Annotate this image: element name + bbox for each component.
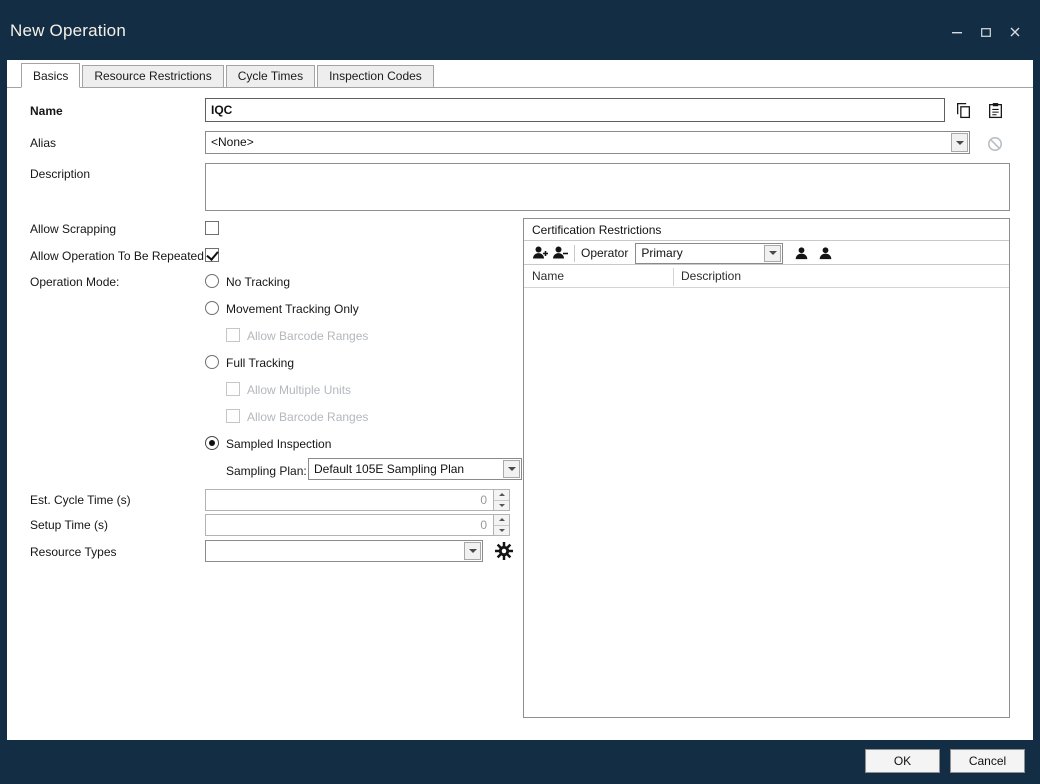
spin-up-icon[interactable] bbox=[494, 515, 509, 526]
certification-restrictions-panel: Certification Restrictions bbox=[523, 218, 1010, 718]
minimize-icon bbox=[952, 27, 963, 38]
resource-types-settings-button[interactable] bbox=[494, 541, 514, 561]
full-allow-barcode-checkbox bbox=[226, 409, 240, 423]
name-label: Name bbox=[30, 103, 63, 119]
resource-types-combobox[interactable] bbox=[205, 540, 483, 562]
window-controls bbox=[951, 26, 1022, 39]
description-label: Description bbox=[30, 166, 90, 182]
add-certification-button[interactable] bbox=[530, 243, 550, 263]
movement-allow-barcode-label: Allow Barcode Ranges bbox=[247, 328, 368, 344]
maximize-button[interactable] bbox=[980, 26, 993, 39]
operator-label: Operator bbox=[581, 246, 628, 260]
setup-time-label: Setup Time (s) bbox=[30, 517, 108, 533]
sampling-plan-value: Default 105E Sampling Plan bbox=[314, 459, 500, 479]
movement-allow-barcode-checkbox bbox=[226, 328, 240, 342]
alias-value: <None> bbox=[211, 132, 948, 153]
person-icon bbox=[794, 246, 809, 261]
radio-no-tracking[interactable] bbox=[205, 274, 219, 288]
alias-clear-button bbox=[985, 134, 1005, 154]
name-copy-button[interactable] bbox=[953, 100, 973, 120]
person-icon bbox=[818, 246, 833, 261]
radio-sampled-inspection[interactable] bbox=[205, 436, 219, 450]
cancel-button[interactable]: Cancel bbox=[950, 749, 1025, 773]
allow-scrapping-checkbox[interactable] bbox=[205, 221, 219, 235]
description-input[interactable] bbox=[205, 163, 1010, 211]
certification-toolbar: Operator Primary bbox=[524, 242, 1009, 265]
certification-table-header: Name Description bbox=[524, 266, 1009, 288]
full-allow-multiple-label: Allow Multiple Units bbox=[247, 382, 351, 398]
est-cycle-time-spinner[interactable] bbox=[493, 490, 509, 510]
spin-down-icon[interactable] bbox=[494, 501, 509, 511]
operator-dropdown-button[interactable] bbox=[764, 245, 781, 262]
resource-types-label: Resource Types bbox=[30, 544, 117, 560]
allow-repeat-label: Allow Operation To Be Repeated bbox=[30, 248, 204, 264]
person-add-icon bbox=[532, 245, 548, 261]
gear-icon bbox=[495, 542, 513, 560]
close-icon bbox=[1010, 27, 1021, 38]
setup-time-spinner[interactable] bbox=[493, 515, 509, 535]
radio-movement-tracking-label: Movement Tracking Only bbox=[226, 301, 359, 317]
certification-restrictions-title: Certification Restrictions bbox=[524, 219, 1009, 241]
alias-dropdown-button[interactable] bbox=[951, 133, 968, 152]
name-input[interactable] bbox=[205, 98, 945, 122]
ok-button[interactable]: OK bbox=[865, 749, 940, 773]
est-cycle-time-label: Est. Cycle Time (s) bbox=[30, 492, 131, 508]
operation-mode-label: Operation Mode: bbox=[30, 274, 119, 290]
column-header-name[interactable]: Name bbox=[532, 266, 564, 287]
alias-combobox[interactable]: <None> bbox=[205, 131, 970, 154]
tab-inspection-codes[interactable]: Inspection Codes bbox=[317, 65, 434, 87]
tab-page-basics: Name Alias <None> bbox=[7, 88, 1033, 740]
sampling-plan-dropdown-button[interactable] bbox=[503, 460, 520, 478]
sampling-plan-label: Sampling Plan: bbox=[226, 463, 307, 479]
est-cycle-time-input[interactable]: 0 bbox=[205, 489, 510, 511]
certification-table-body[interactable] bbox=[524, 288, 1009, 717]
alias-label: Alias bbox=[30, 135, 56, 151]
radio-full-tracking-label: Full Tracking bbox=[226, 355, 294, 371]
spin-down-icon[interactable] bbox=[494, 526, 509, 536]
est-cycle-time-value: 0 bbox=[480, 490, 487, 510]
operator-primary-button[interactable] bbox=[791, 243, 811, 263]
setup-time-input[interactable]: 0 bbox=[205, 514, 510, 536]
tab-resource-restrictions[interactable]: Resource Restrictions bbox=[82, 65, 223, 87]
dialog-client-area: Basics Resource Restrictions Cycle Times… bbox=[7, 60, 1033, 740]
column-header-description[interactable]: Description bbox=[681, 266, 741, 287]
resource-types-value bbox=[211, 541, 461, 561]
sampling-plan-combobox[interactable]: Default 105E Sampling Plan bbox=[308, 458, 522, 480]
name-paste-button[interactable] bbox=[985, 100, 1005, 120]
tabstrip: Basics Resource Restrictions Cycle Times… bbox=[7, 63, 1033, 88]
column-divider bbox=[673, 268, 674, 286]
radio-movement-tracking[interactable] bbox=[205, 301, 219, 315]
window-title: New Operation bbox=[10, 21, 126, 41]
close-button[interactable] bbox=[1009, 26, 1022, 39]
operator-combobox[interactable]: Primary bbox=[635, 243, 783, 264]
operator-value: Primary bbox=[641, 244, 761, 263]
minimize-button[interactable] bbox=[951, 26, 964, 39]
maximize-icon bbox=[981, 27, 992, 38]
copy-icon bbox=[955, 102, 972, 119]
radio-full-tracking[interactable] bbox=[205, 355, 219, 369]
blocked-icon bbox=[987, 136, 1003, 152]
setup-time-value: 0 bbox=[480, 515, 487, 535]
full-allow-multiple-checkbox bbox=[226, 382, 240, 396]
person-remove-icon bbox=[552, 245, 568, 261]
tab-cycle-times[interactable]: Cycle Times bbox=[226, 65, 315, 87]
remove-certification-button[interactable] bbox=[550, 243, 570, 263]
allow-scrapping-label: Allow Scrapping bbox=[30, 221, 116, 237]
paste-icon bbox=[987, 102, 1004, 119]
allow-repeat-checkbox[interactable] bbox=[205, 248, 219, 262]
titlebar: New Operation bbox=[0, 0, 1040, 56]
toolbar-separator bbox=[574, 245, 575, 262]
spin-up-icon[interactable] bbox=[494, 490, 509, 501]
radio-no-tracking-label: No Tracking bbox=[226, 274, 290, 290]
resource-types-dropdown-button[interactable] bbox=[464, 542, 481, 560]
operator-secondary-button[interactable] bbox=[815, 243, 835, 263]
radio-sampled-inspection-label: Sampled Inspection bbox=[226, 436, 331, 452]
new-operation-window: New Operation Basics Resource Restrictio… bbox=[0, 0, 1040, 784]
full-allow-barcode-label: Allow Barcode Ranges bbox=[247, 409, 368, 425]
tab-basics[interactable]: Basics bbox=[21, 63, 80, 88]
